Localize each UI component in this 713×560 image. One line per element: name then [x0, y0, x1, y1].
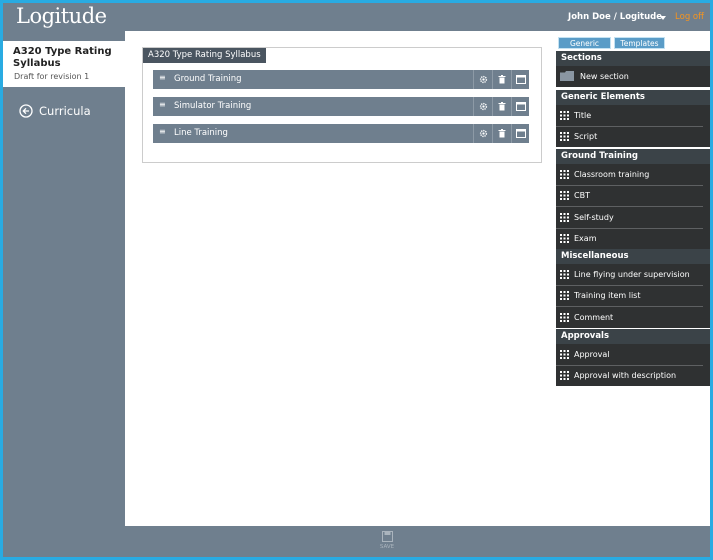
- tab-templates[interactable]: Templates: [614, 37, 665, 49]
- window-icon: [516, 75, 526, 84]
- grip-icon: [560, 169, 569, 179]
- palette-item[interactable]: CBT: [556, 186, 703, 207]
- curriculum-title: A320 Type Rating Syllabus: [13, 46, 112, 69]
- palette-item-label: Classroom training: [574, 169, 650, 179]
- group-heading: Ground Training: [556, 149, 710, 164]
- window-icon: [516, 129, 526, 138]
- palette-item-new-section[interactable]: New section: [556, 66, 703, 87]
- grip-icon: [560, 349, 569, 359]
- back-to-curricula-link[interactable]: Curricula: [19, 104, 91, 118]
- settings-button[interactable]: [473, 70, 492, 89]
- group-heading: Sections: [556, 51, 710, 66]
- palette-item[interactable]: Script: [556, 127, 703, 148]
- app-frame: Logitude John Doe / Logitude Log off A32…: [3, 3, 710, 557]
- grip-icon: [560, 312, 569, 322]
- user-menu[interactable]: John Doe / Logitude: [568, 12, 662, 22]
- palette-group-miscellaneous: Miscellaneous Line flying under supervis…: [556, 249, 710, 328]
- tab-generic[interactable]: Generic: [558, 37, 611, 49]
- palette-item[interactable]: Line flying under supervision: [556, 264, 703, 286]
- settings-button[interactable]: [473, 124, 492, 143]
- grip-icon: [560, 191, 569, 201]
- palette-item[interactable]: Training item list: [556, 286, 703, 307]
- palette-item[interactable]: Exam: [556, 229, 703, 250]
- back-label: Curricula: [39, 104, 91, 118]
- palette-group-ground-training: Ground Training Classroom training CBT S…: [556, 149, 710, 249]
- section-label: Ground Training: [174, 74, 242, 84]
- folder-icon: [560, 71, 574, 82]
- palette-item-label: Exam: [574, 234, 597, 244]
- delete-button[interactable]: [492, 70, 511, 89]
- section-row[interactable]: ≡ Simulator Training: [153, 97, 529, 116]
- sidebar: A320 Type Rating Syllabus Draft for revi…: [3, 31, 125, 526]
- expand-button[interactable]: [511, 124, 530, 143]
- palette-item[interactable]: Comment: [556, 307, 703, 328]
- gear-icon: [479, 129, 487, 138]
- grip-icon: [560, 269, 569, 279]
- trash-icon: [498, 129, 506, 138]
- gear-icon: [479, 75, 487, 84]
- palette-item[interactable]: Classroom training: [556, 164, 703, 186]
- palette-group-sections: Sections New section: [556, 51, 710, 87]
- syllabus-editor: A320 Type Rating Syllabus ≡ Ground Train…: [142, 47, 542, 163]
- group-heading: Approvals: [556, 329, 710, 344]
- delete-button[interactable]: [492, 97, 511, 116]
- palette-item-label: CBT: [574, 191, 590, 201]
- expand-button[interactable]: [511, 97, 530, 116]
- curriculum-status: Draft for revision 1: [14, 72, 90, 81]
- palette-item[interactable]: Approval: [556, 344, 703, 366]
- grip-icon: [560, 371, 569, 381]
- floppy-disk-icon: [381, 531, 393, 542]
- settings-button[interactable]: [473, 97, 492, 116]
- section-row[interactable]: ≡ Line Training: [153, 124, 529, 143]
- palette-item-label: Self-study: [574, 212, 614, 222]
- chevron-down-icon[interactable]: [660, 16, 666, 20]
- top-bar: Logitude John Doe / Logitude Log off: [3, 3, 710, 31]
- palette-item-label: Approval: [574, 349, 610, 359]
- syllabus-title-tab: A320 Type Rating Syllabus: [143, 48, 266, 63]
- palette-item-label: Approval with description: [574, 371, 677, 381]
- expand-button[interactable]: [511, 70, 530, 89]
- palette-item[interactable]: Title: [556, 105, 703, 127]
- section-row[interactable]: ≡ Ground Training: [153, 70, 529, 89]
- section-label: Line Training: [174, 128, 228, 138]
- drag-handle-icon[interactable]: ≡: [159, 100, 166, 109]
- grip-icon: [560, 212, 569, 222]
- section-label: Simulator Training: [174, 101, 252, 111]
- save-button[interactable]: SAVE: [377, 531, 397, 550]
- grip-icon: [560, 110, 569, 120]
- palette-item-label: Script: [574, 132, 598, 142]
- arrow-left-circle-icon: [19, 104, 33, 118]
- grip-icon: [560, 291, 569, 301]
- window-icon: [516, 102, 526, 111]
- palette-group-approvals: Approvals Approval Approval with descrip…: [556, 329, 710, 386]
- palette-item[interactable]: Approval with description: [556, 366, 703, 387]
- logoff-link[interactable]: Log off: [675, 12, 704, 22]
- palette-item-label: Title: [574, 110, 592, 120]
- delete-button[interactable]: [492, 124, 511, 143]
- save-label: SAVE: [379, 544, 395, 550]
- trash-icon: [498, 102, 506, 111]
- palette-item-label: New section: [580, 71, 629, 81]
- palette-group-generic: Generic Elements Title Script: [556, 90, 710, 147]
- palette-item-label: Training item list: [574, 291, 641, 301]
- gear-icon: [479, 102, 487, 111]
- grip-icon: [560, 234, 569, 244]
- curriculum-info: A320 Type Rating Syllabus Draft for revi…: [3, 41, 125, 87]
- trash-icon: [498, 75, 506, 84]
- group-heading: Generic Elements: [556, 90, 710, 105]
- palette-item-label: Comment: [574, 312, 614, 322]
- group-heading: Miscellaneous: [556, 249, 710, 264]
- palette-item[interactable]: Self-study: [556, 207, 703, 229]
- palette-item-label: Line flying under supervision: [574, 269, 690, 279]
- footer-bar: SAVE: [3, 526, 710, 557]
- logo: Logitude: [16, 4, 107, 28]
- drag-handle-icon[interactable]: ≡: [159, 127, 166, 136]
- drag-handle-icon[interactable]: ≡: [159, 73, 166, 82]
- grip-icon: [560, 132, 569, 142]
